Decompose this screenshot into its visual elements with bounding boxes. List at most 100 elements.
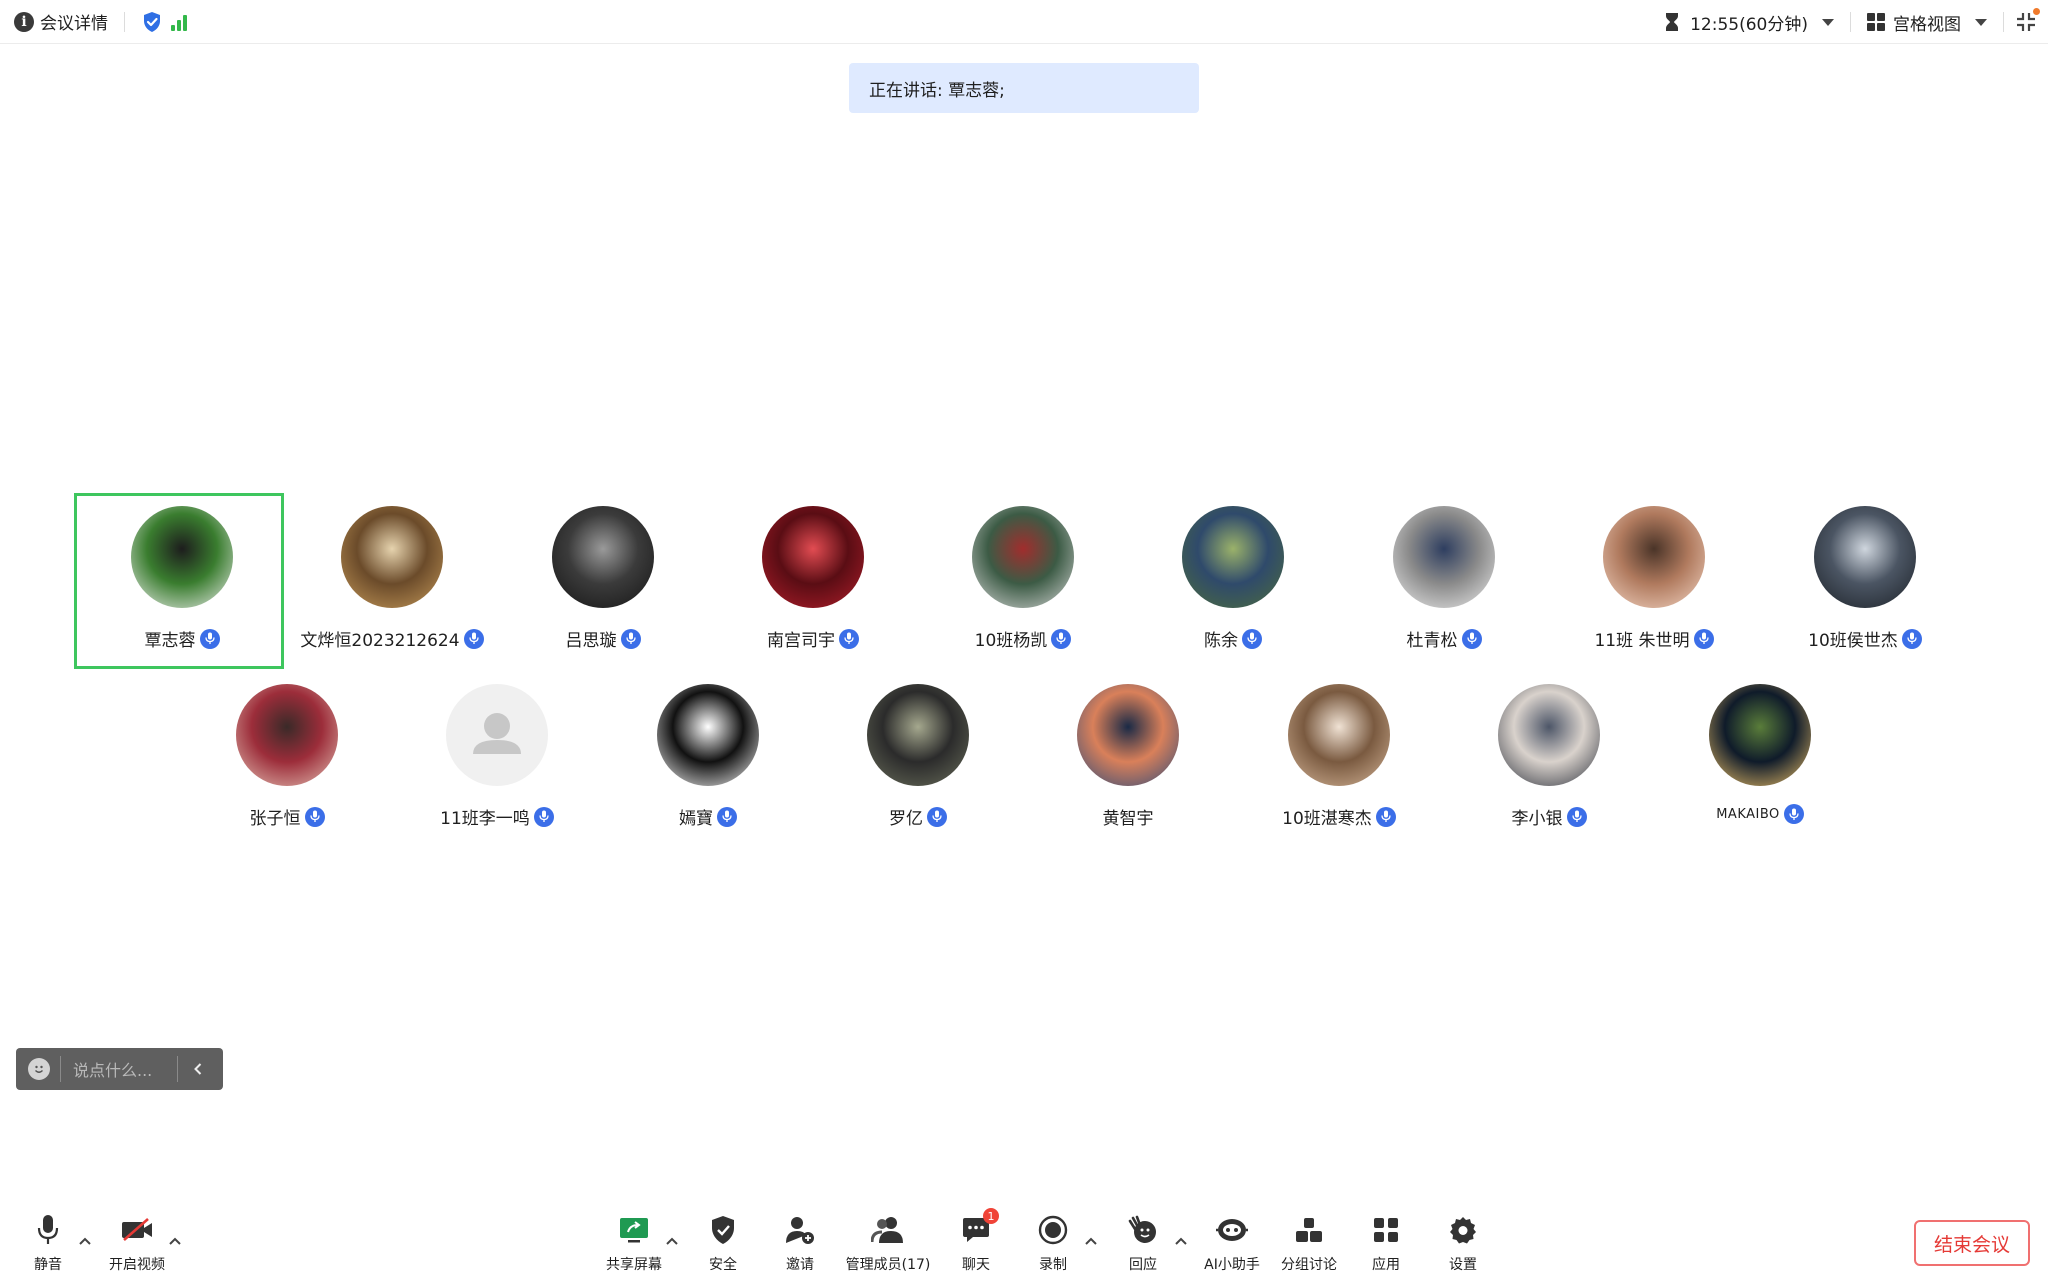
meeting-info-label: 会议详情 [40, 14, 108, 34]
participant-name-row: 黄智宇 [1023, 804, 1233, 829]
participant-name: 黄智宇 [1102, 809, 1154, 829]
meeting-info-button[interactable]: i 会议详情 [0, 0, 108, 44]
divider [1850, 12, 1851, 32]
end-meeting-button[interactable]: 结束会议 [1914, 1220, 2030, 1266]
record-options-chevron-up-icon[interactable] [1084, 1234, 1098, 1248]
video-off-icon [122, 1218, 152, 1241]
record-button[interactable]: 录制 [1013, 1212, 1093, 1274]
participant-tile[interactable]: 南宫司宇 [708, 496, 918, 672]
mic-status-icon [1901, 628, 1922, 649]
participant-tile[interactable]: 覃志蓉 [74, 493, 284, 669]
avatar [1709, 684, 1811, 786]
chat-quick-input[interactable]: 说点什么... [16, 1048, 223, 1090]
chat-button[interactable]: 1 聊天 [936, 1208, 1016, 1274]
start-video-label: 开启视频 [109, 1257, 165, 1273]
add-user-icon [786, 1217, 814, 1244]
participant-name: 陈余 [1204, 631, 1238, 651]
participant-tile[interactable]: 文烨恒2023212624 [287, 496, 497, 672]
participant-grid: 覃志蓉 文烨恒2023212624 吕思璇 南宫司宇 10班杨凯 陈余 杜青松 11班 朱世明… [0, 0, 2048, 1280]
participant-name-row: 嫣寶 [603, 804, 813, 829]
divider [60, 1056, 61, 1082]
video-options-chevron-up-icon[interactable] [168, 1234, 182, 1248]
invite-button[interactable]: 邀请 [760, 1212, 840, 1274]
manage-members-label: 管理成员(17) [845, 1257, 931, 1273]
start-video-button[interactable]: 开启视频 [97, 1212, 177, 1274]
participant-tile[interactable]: 陈余 [1128, 496, 1338, 672]
emoji-icon[interactable] [28, 1058, 50, 1080]
speaking-banner: 正在讲话: 覃志蓉; [849, 63, 1199, 113]
participant-tile[interactable]: 10班杨凯 [918, 496, 1128, 672]
participant-name: 10班杨凯 [974, 631, 1048, 651]
participant-name-row: 11班 朱世明 [1549, 626, 1759, 651]
chat-input-placeholder[interactable]: 说点什么... [73, 1057, 177, 1081]
participant-tile[interactable]: 10班湛寒杰 [1234, 674, 1444, 850]
mute-options-chevron-up-icon[interactable] [78, 1234, 92, 1248]
exit-fullscreen-button[interactable] [2004, 0, 2048, 44]
participant-tile[interactable]: 吕思璇 [498, 496, 708, 672]
participant-name: 南宫司宇 [767, 631, 835, 651]
participant-tile[interactable]: 10班侯世杰 [1760, 496, 1970, 672]
ai-assistant-button[interactable]: AI小助手 [1192, 1212, 1272, 1274]
participant-tile[interactable]: 11班 朱世明 [1549, 496, 1759, 672]
mic-status-icon [1051, 628, 1072, 649]
participant-name: 11班李一鸣 [440, 809, 530, 829]
participant-name: 李小银 [1511, 809, 1563, 829]
participant-name: 10班湛寒杰 [1282, 809, 1372, 829]
participant-name-row: 李小银 [1444, 804, 1654, 829]
apps-button[interactable]: 应用 [1346, 1212, 1426, 1274]
participant-name-row: 10班杨凯 [918, 626, 1128, 651]
participant-name-row: 10班湛寒杰 [1234, 804, 1444, 829]
meeting-timer[interactable]: 12:55(60分钟) [1664, 10, 1834, 35]
manage-members-button[interactable]: 管理成员(17) [845, 1212, 931, 1274]
avatar [1498, 684, 1600, 786]
participant-name-row: 10班侯世杰 [1760, 626, 1970, 651]
record-label: 录制 [1039, 1257, 1067, 1273]
avatar [1182, 506, 1284, 608]
participant-tile[interactable]: 嫣寶 [603, 674, 813, 850]
hourglass-icon [1666, 13, 1679, 31]
info-icon: i [14, 11, 34, 32]
participant-tile[interactable]: MAKAIBO [1655, 674, 1865, 850]
security-shield-icon[interactable] [141, 10, 163, 34]
share-options-chevron-up-icon[interactable] [665, 1234, 679, 1248]
view-label: 宫格视图 [1893, 14, 1961, 35]
top-bar: i 会议详情 12:55(60分钟) 宫格视图 [0, 0, 2048, 44]
bottom-toolbar: 静音 开启视频 共享屏幕 安全 邀请 管理成员(17) 1 聊天 录制 回应 A… [0, 1200, 2048, 1280]
chevron-down-icon [1975, 18, 1987, 26]
avatar [1814, 506, 1916, 608]
settings-button[interactable]: 设置 [1423, 1212, 1503, 1274]
participant-name-row: 南宫司宇 [708, 626, 918, 651]
share-screen-icon [620, 1218, 648, 1243]
breakout-rooms-button[interactable]: 分组讨论 [1269, 1212, 1349, 1274]
view-switch-button[interactable]: 宫格视图 [1867, 10, 1987, 35]
share-screen-button[interactable]: 共享屏幕 [594, 1212, 674, 1274]
mic-status-icon [463, 628, 484, 649]
participant-name: 10班侯世杰 [1808, 631, 1898, 651]
reaction-button[interactable]: 回应 [1103, 1212, 1183, 1274]
participant-tile[interactable]: 罗亿 [813, 674, 1023, 850]
avatar [236, 684, 338, 786]
mic-status-icon [1242, 628, 1262, 649]
collapse-chat-button[interactable] [178, 1048, 218, 1090]
chat-label: 聊天 [962, 1257, 990, 1273]
reaction-options-chevron-up-icon[interactable] [1174, 1234, 1188, 1248]
participant-tile[interactable]: 黄智宇 [1023, 674, 1233, 850]
participant-tile[interactable]: 张子恒 [182, 674, 392, 850]
invite-label: 邀请 [786, 1257, 814, 1273]
network-signal-icon[interactable] [171, 13, 187, 31]
mic-status-icon [717, 806, 737, 827]
participant-name-row: 覃志蓉 [77, 626, 287, 651]
participant-name: 文烨恒2023212624 [300, 631, 460, 651]
mute-button[interactable]: 静音 [8, 1212, 88, 1274]
chat-unread-badge: 1 [983, 1208, 999, 1224]
share-screen-label: 共享屏幕 [606, 1257, 662, 1273]
participant-tile[interactable]: 11班李一鸣 [392, 674, 602, 850]
mic-status-icon [304, 806, 325, 827]
mic-status-icon [1566, 806, 1587, 827]
avatar [1603, 506, 1705, 608]
security-button[interactable]: 安全 [683, 1212, 763, 1274]
avatar [341, 506, 443, 608]
chevron-left-icon [194, 1063, 202, 1075]
participant-tile[interactable]: 李小银 [1444, 674, 1654, 850]
participant-tile[interactable]: 杜青松 [1339, 496, 1549, 672]
